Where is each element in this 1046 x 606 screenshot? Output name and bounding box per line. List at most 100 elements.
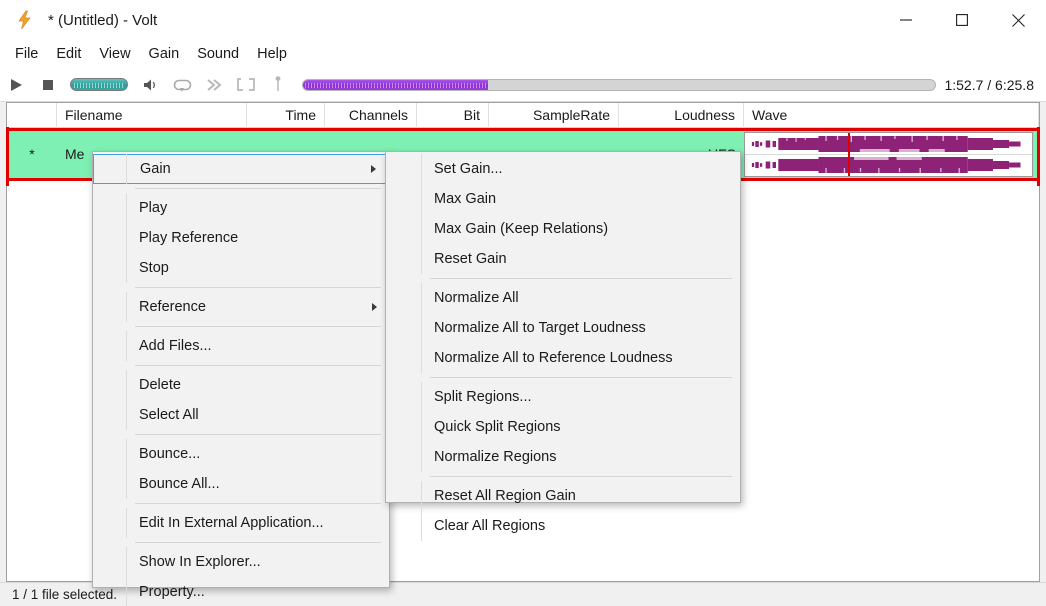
menu-item-label: Add Files... — [139, 338, 212, 354]
menu-item-label: Normalize All to Reference Loudness — [434, 350, 673, 366]
play-icon[interactable] — [0, 68, 32, 102]
menu-gutter — [93, 469, 127, 499]
menu-item-delete[interactable]: Delete — [93, 370, 389, 400]
menubar-item-view[interactable]: View — [90, 42, 139, 66]
column-header-row: Filename Time Channels Bit SampleRate Lo… — [7, 103, 1039, 128]
submenu-item-normalize-all[interactable]: Normalize All — [386, 283, 740, 313]
submenu-item-max-gain-keep-relations[interactable]: Max Gain (Keep Relations) — [386, 214, 740, 244]
menu-item-edit-in-external-application[interactable]: Edit In External Application... — [93, 508, 389, 538]
submenu-item-normalize-all-to-reference-loudness[interactable]: Normalize All to Reference Loudness — [386, 343, 740, 373]
menu-separator — [135, 434, 381, 435]
loop-icon[interactable] — [166, 68, 198, 102]
menu-item-select-all[interactable]: Select All — [93, 400, 389, 430]
menu-gutter — [386, 154, 422, 184]
stop-icon[interactable] — [32, 68, 64, 102]
menu-gutter — [386, 481, 422, 511]
menu-item-play-reference[interactable]: Play Reference — [93, 223, 389, 253]
column-header-filename[interactable]: Filename — [57, 103, 247, 128]
title-bar: * (Untitled) - Volt — [0, 0, 1046, 40]
menu-item-reference[interactable]: Reference — [93, 292, 389, 322]
menu-gutter — [93, 253, 127, 283]
menu-gutter — [93, 508, 127, 538]
column-header-mark[interactable] — [7, 103, 57, 128]
menu-item-bounce[interactable]: Bounce... — [93, 439, 389, 469]
submenu-item-set-gain[interactable]: Set Gain... — [386, 154, 740, 184]
menu-item-label: Reset All Region Gain — [434, 488, 576, 504]
menu-separator — [135, 287, 381, 288]
submenu-item-max-gain[interactable]: Max Gain — [386, 184, 740, 214]
submenu-item-reset-all-region-gain[interactable]: Reset All Region Gain — [386, 481, 740, 511]
menu-item-play[interactable]: Play — [93, 193, 389, 223]
row-waveform[interactable] — [744, 132, 1033, 177]
menu-gutter — [93, 292, 127, 322]
menu-item-label: Property... — [139, 584, 205, 600]
menu-item-label: Reset Gain — [434, 251, 507, 267]
menu-separator — [430, 377, 732, 378]
time-display: 1:52.7 / 6:25.8 — [944, 77, 1046, 93]
close-button[interactable] — [990, 0, 1046, 40]
speaker-icon[interactable] — [134, 68, 166, 102]
menubar-item-file[interactable]: File — [6, 42, 47, 66]
column-header-bit[interactable]: Bit — [417, 103, 489, 128]
volume-slider[interactable] — [70, 78, 128, 91]
chevron-right-icon — [371, 165, 376, 173]
menu-gutter — [386, 511, 422, 541]
column-header-loudness[interactable]: Loudness — [619, 103, 744, 128]
menu-item-bounce-all[interactable]: Bounce All... — [93, 469, 389, 499]
menu-item-show-in-explorer[interactable]: Show In Explorer... — [93, 547, 389, 577]
menubar-item-help[interactable]: Help — [248, 42, 296, 66]
menu-item-label: Select All — [139, 407, 199, 423]
menu-item-label: Edit In External Application... — [139, 515, 324, 531]
menu-item-add-files[interactable]: Add Files... — [93, 331, 389, 361]
menu-item-label: Play — [139, 200, 167, 216]
seek-bar[interactable] — [302, 79, 936, 91]
menu-item-label: Gain — [140, 161, 171, 177]
menu-gutter — [93, 547, 127, 577]
menu-item-stop[interactable]: Stop — [93, 253, 389, 283]
loop-region-icon[interactable] — [230, 68, 262, 102]
selection-border-right — [1037, 127, 1040, 186]
submenu-item-normalize-all-to-target-loudness[interactable]: Normalize All to Target Loudness — [386, 313, 740, 343]
menu-item-property[interactable]: Property... — [93, 577, 389, 606]
application-window: * (Untitled) - Volt File Edit View Gain … — [0, 0, 1046, 606]
menu-item-label: Delete — [139, 377, 181, 393]
fast-forward-icon[interactable] — [198, 68, 230, 102]
menu-separator — [135, 503, 381, 504]
menu-separator — [135, 542, 381, 543]
menu-gutter — [93, 439, 127, 469]
menu-item-label: Clear All Regions — [434, 518, 545, 534]
menu-item-label: Normalize Regions — [434, 449, 557, 465]
marker-pin-icon[interactable] — [262, 68, 294, 102]
submenu-item-clear-all-regions[interactable]: Clear All Regions — [386, 511, 740, 541]
seek-bar-fill — [303, 80, 488, 90]
chevron-right-icon — [372, 303, 377, 311]
menu-gutter — [386, 442, 422, 472]
minimize-button[interactable] — [878, 0, 934, 40]
column-header-samplerate[interactable]: SampleRate — [489, 103, 619, 128]
menu-gutter — [386, 313, 422, 343]
column-header-channels[interactable]: Channels — [325, 103, 417, 128]
menubar-item-gain[interactable]: Gain — [140, 42, 189, 66]
menu-gutter — [93, 223, 127, 253]
submenu-item-normalize-regions[interactable]: Normalize Regions — [386, 442, 740, 472]
menu-gutter — [386, 382, 422, 412]
toolbar: 1:52.7 / 6:25.8 — [0, 68, 1046, 102]
selection-border-left — [6, 127, 9, 186]
menu-separator — [135, 326, 381, 327]
playhead-marker — [848, 133, 850, 176]
menu-separator — [135, 365, 381, 366]
menu-item-label: Max Gain (Keep Relations) — [434, 221, 608, 237]
window-controls — [878, 0, 1046, 40]
submenu-item-quick-split-regions[interactable]: Quick Split Regions — [386, 412, 740, 442]
submenu-item-reset-gain[interactable]: Reset Gain — [386, 244, 740, 274]
menubar-item-edit[interactable]: Edit — [47, 42, 90, 66]
menubar-item-sound[interactable]: Sound — [188, 42, 248, 66]
column-header-time[interactable]: Time — [247, 103, 325, 128]
maximize-button[interactable] — [934, 0, 990, 40]
menu-item-gain[interactable]: Gain — [93, 154, 389, 184]
submenu-item-split-regions[interactable]: Split Regions... — [386, 382, 740, 412]
column-header-wave[interactable]: Wave — [744, 103, 1039, 128]
menu-gutter — [386, 214, 422, 244]
context-menu: Gain Play Play Reference Stop Reference … — [92, 151, 390, 588]
row-modified-marker: * — [7, 131, 57, 178]
